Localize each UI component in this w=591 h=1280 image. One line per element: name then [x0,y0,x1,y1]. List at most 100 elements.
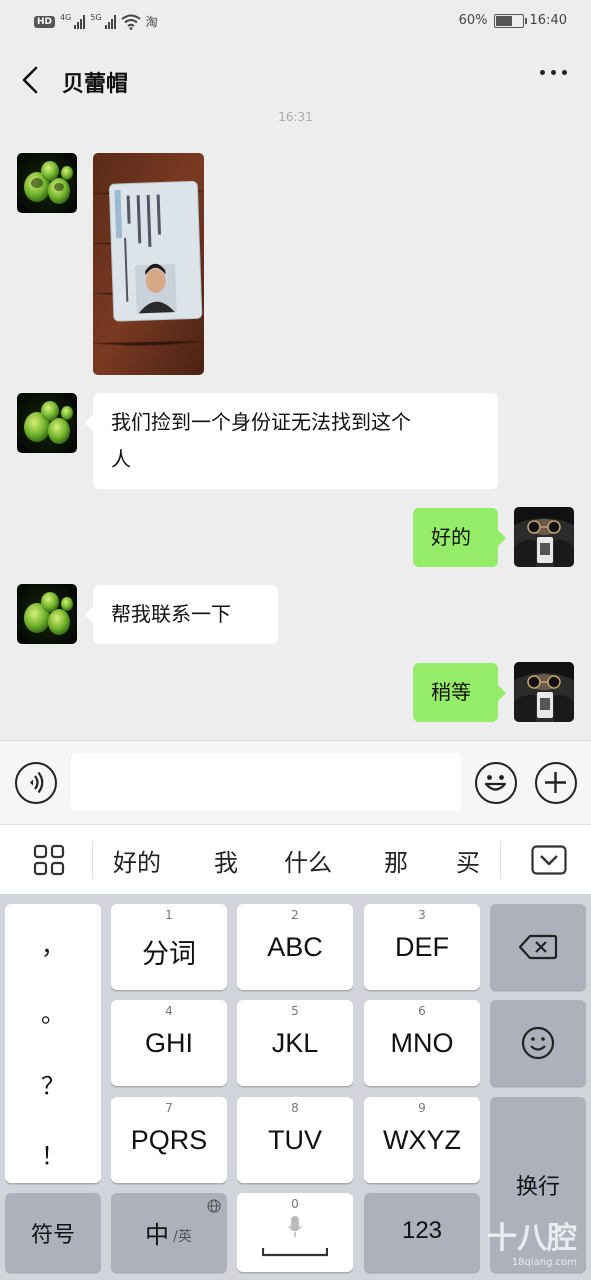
message-text-line: 我们捡到一个身份证无法找到这个 [111,410,411,434]
image-message[interactable] [93,153,204,375]
punct-key[interactable]: ， [5,926,101,961]
candidate-word[interactable]: 我 [214,843,238,878]
key-number: 1 [165,908,173,922]
backspace-icon [518,934,558,960]
candidate-word[interactable]: 那 [384,843,408,878]
clock: 16:40 [529,13,567,28]
key-number: 4 [165,1004,173,1018]
id-card-photo [93,153,204,375]
smiley-icon [521,1026,555,1060]
key-label: DEF [395,932,449,962]
key-label: MNO [390,1028,454,1058]
keyboard: ， 。 ？ ！ 1 分词 2 ABC 3 DEF 4 GHI 5 JKL 6 M… [0,894,591,1280]
chevron-left-icon [22,66,38,94]
candidate-word[interactable]: 好的 [113,843,161,878]
text-message-incoming[interactable]: 帮我联系一下 [85,585,278,644]
contact-avatar[interactable] [17,393,77,453]
key-label: 分词 [142,939,196,969]
voice-button[interactable] [15,762,57,804]
signal-icon [104,14,116,29]
number-label: 123 [401,1217,443,1244]
punct-key[interactable]: ！ [5,1136,101,1171]
signal-icon [74,14,86,29]
my-avatar[interactable] [514,507,574,567]
message-text: 好的 [431,525,471,549]
key-4[interactable]: 4 GHI [111,1000,227,1086]
chat-header: 贝蕾帽 [0,46,591,114]
language-switch-key[interactable]: 中 /英 [111,1193,227,1272]
key-1[interactable]: 1 分词 [111,904,227,990]
text-message-incoming[interactable]: 我们捡到一个身份证无法找到这个 人 [85,393,498,489]
symbol-label: 符号 [30,1223,75,1248]
plant-avatar-image [17,153,77,213]
more-dot [551,70,556,75]
text-message-outgoing[interactable]: 好的 [413,508,506,567]
key-2[interactable]: 2 ABC [237,904,353,990]
key-5[interactable]: 5 JKL [237,1000,353,1086]
more-dots-icon [540,70,545,75]
candidate-word[interactable]: 买 [456,843,480,878]
back-button[interactable] [14,62,50,98]
watermark-url: 18qiang.com [511,1257,577,1268]
contact-avatar[interactable] [17,584,77,644]
space-key[interactable]: 0 [237,1193,353,1272]
candidate-word[interactable]: 什么 [284,843,332,878]
key-number: 6 [418,1004,426,1018]
key-7[interactable]: 7 PQRS [111,1097,227,1183]
sunglasses-avatar-image [514,507,574,567]
divider [500,841,501,879]
text-message-outgoing[interactable]: 稍等 [413,663,506,722]
emoji-key[interactable] [490,1000,586,1086]
contact-avatar[interactable] [17,153,77,213]
key-number: 8 [291,1101,299,1115]
key-9[interactable]: 9 WXYZ [364,1097,480,1183]
status-bar: HD 4G 5G 淘 60% 16:40 [0,0,591,46]
sim1-label: 4G [60,13,72,22]
key-number: 7 [165,1101,173,1115]
battery-icon [493,13,527,28]
divider [92,841,93,879]
ime-candidate-bar: 好的 我 什么 那 买 [0,824,591,894]
plus-icon [545,772,566,793]
plant-avatar-image [17,393,77,453]
message-input-bar [0,740,591,824]
backspace-key[interactable] [490,904,586,990]
key-label: PQRS [130,1125,208,1155]
key-number: 0 [291,1197,299,1211]
more-functions-button[interactable] [535,762,577,804]
punct-key[interactable]: ？ [5,1066,101,1101]
key-label: WXYZ [383,1125,461,1155]
punctuation-panel: ， 。 ？ ！ [5,904,101,1183]
number-key[interactable]: 123 [364,1193,480,1272]
globe-icon [207,1199,221,1213]
watermark-text: 十八腔 [487,1221,577,1256]
my-avatar[interactable] [514,662,574,722]
key-3[interactable]: 3 DEF [364,904,480,990]
space-bar-icon [262,1248,328,1257]
voice-icon [30,771,44,794]
hd-indicator: HD [34,15,56,28]
lang-sub-label: /英 [173,1229,192,1245]
enter-label: 换行 [515,1175,560,1200]
punct-key[interactable]: 。 [5,994,101,1029]
emoji-icon [484,775,507,791]
key-number: 5 [291,1004,299,1018]
watermark: 十八腔 18qiang.com [487,1213,577,1268]
chat-title: 贝蕾帽 [62,72,129,97]
ime-menu-button[interactable] [33,844,65,880]
key-label: TUV [268,1125,322,1155]
key-8[interactable]: 8 TUV [237,1097,353,1183]
keyboard-down-icon [531,845,567,875]
message-timestamp: 16:31 [278,110,313,124]
more-dot [562,70,567,75]
lang-label: 中 [145,1221,169,1249]
message-input[interactable] [71,753,461,811]
plant-avatar-image [17,584,77,644]
emoji-button[interactable] [475,762,517,804]
key-6[interactable]: 6 MNO [364,1000,480,1086]
hide-keyboard-button[interactable] [531,845,567,879]
more-button[interactable] [540,70,567,75]
message-text: 稍等 [431,680,471,704]
symbol-key[interactable]: 符号 [5,1193,101,1272]
key-label: ABC [267,932,323,962]
